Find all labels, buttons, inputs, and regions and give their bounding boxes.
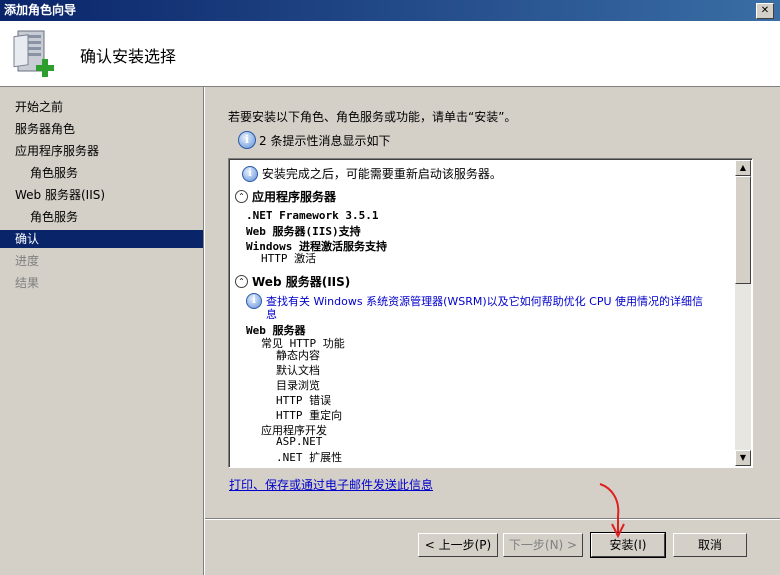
title-bar: 添加角色向导 ✕ xyxy=(0,0,780,21)
previous-button[interactable]: < 上一步(P) xyxy=(418,533,498,557)
list-item: ASP.NET xyxy=(276,435,323,448)
wizard-header: 确认安装选择 xyxy=(0,21,780,87)
page-title: 确认安装选择 xyxy=(80,47,177,66)
section-app-server[interactable]: ⌃ 应用程序服务器 xyxy=(235,188,336,205)
wsrm-info-link[interactable]: 查找有关 Windows 系统资源管理器(WSRM)以及它如何帮助优化 CPU … xyxy=(266,293,703,309)
list-item: HTTP 激活 xyxy=(261,252,317,265)
section-title: Web 服务器(IIS) xyxy=(252,275,351,289)
list-item: 静态内容 xyxy=(276,349,320,362)
restart-notice-text: 安装完成之后，可能需要重新启动该服务器。 xyxy=(261,167,502,181)
next-button: 下一步(N) > xyxy=(503,533,583,557)
scroll-down-button[interactable]: ▼ xyxy=(735,450,751,466)
step-web-server-iis[interactable]: Web 服务器(IIS) xyxy=(0,186,203,204)
list-item: HTTP 重定向 xyxy=(276,409,343,422)
restart-notice: i 安装完成之后，可能需要重新启动该服务器。 xyxy=(242,165,502,182)
message-count-text: 2 条提示性消息显示如下 xyxy=(259,133,391,148)
vertical-scrollbar[interactable]: ▲ ▼ xyxy=(735,160,751,466)
list-item: 默认文档 xyxy=(276,364,320,377)
step-before-you-begin[interactable]: 开始之前 xyxy=(0,98,203,116)
server-add-icon xyxy=(13,30,54,77)
section-title: 应用程序服务器 xyxy=(252,190,337,204)
info-icon: i xyxy=(238,131,256,149)
list-item: .NET Framework 3.5.1 xyxy=(246,209,379,222)
annotation-arrow xyxy=(599,483,625,539)
step-web-role-services[interactable]: 角色服务 xyxy=(0,208,203,226)
info-icon: i xyxy=(246,293,262,309)
step-results: 结果 xyxy=(15,276,40,290)
divider xyxy=(205,519,780,520)
step-app-role-services[interactable]: 角色服务 xyxy=(0,164,203,182)
scroll-up-button[interactable]: ▲ xyxy=(735,160,751,176)
collapse-icon[interactable]: ⌃ xyxy=(235,275,248,288)
cancel-button[interactable]: 取消 xyxy=(673,533,747,557)
list-item: 目录浏览 xyxy=(276,379,320,392)
collapse-icon[interactable]: ⌃ xyxy=(235,190,248,203)
list-item: HTTP 错误 xyxy=(276,394,332,407)
message-count: i2 条提示性消息显示如下 xyxy=(238,131,390,149)
step-confirmation[interactable]: 确认 xyxy=(0,230,203,248)
step-server-roles[interactable]: 服务器角色 xyxy=(0,120,203,138)
step-progress: 进度 xyxy=(15,254,40,268)
list-item: Web 服务器(IIS)支持 xyxy=(246,225,361,238)
intro-text: 若要安装以下角色、角色服务或功能，请单击“安装”。 xyxy=(228,110,517,124)
window-title: 添加角色向导 xyxy=(4,3,77,17)
wsrm-info: i xyxy=(246,293,262,309)
arrow-down-icon: ▼ xyxy=(739,453,747,462)
close-button[interactable]: ✕ xyxy=(756,3,774,19)
selection-summary-box[interactable]: i 安装完成之后，可能需要重新启动该服务器。 ⌃ 应用程序服务器 .NET Fra… xyxy=(228,158,753,468)
arrow-up-icon: ▲ xyxy=(739,163,747,172)
print-save-email-link[interactable]: 打印、保存或通过电子邮件发送此信息 xyxy=(229,476,433,493)
info-icon: i xyxy=(242,165,258,182)
close-icon: ✕ xyxy=(760,5,770,16)
wsrm-info-link-cont[interactable]: 息 xyxy=(266,306,277,322)
scroll-thumb[interactable] xyxy=(735,176,751,284)
step-application-server[interactable]: 应用程序服务器 xyxy=(0,142,203,160)
divider xyxy=(204,87,205,575)
section-web-server[interactable]: ⌃ Web 服务器(IIS) xyxy=(235,273,350,290)
list-item: .NET 扩展性 xyxy=(276,451,343,464)
wizard-steps: 开始之前 服务器角色 应用程序服务器 角色服务 Web 服务器(IIS) 角色服… xyxy=(0,87,204,575)
